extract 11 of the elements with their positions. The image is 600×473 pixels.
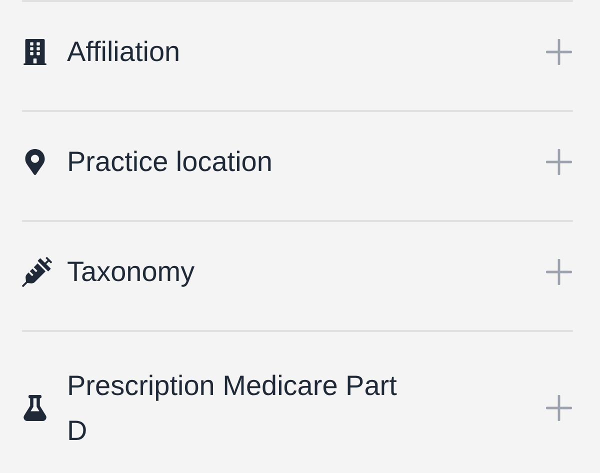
expand-button[interactable] [545,394,573,422]
section-title: Taxonomy [67,255,196,289]
expand-button[interactable] [545,38,573,66]
section-title: Practice location [67,145,274,179]
building-icon [22,38,48,64]
flask-icon [22,394,48,420]
section-title: Prescription Medicare Part D [67,368,397,448]
expand-button[interactable] [545,148,573,176]
syringe-icon [22,256,52,286]
expand-button[interactable] [545,258,573,286]
section-title: Affiliation [67,35,182,69]
